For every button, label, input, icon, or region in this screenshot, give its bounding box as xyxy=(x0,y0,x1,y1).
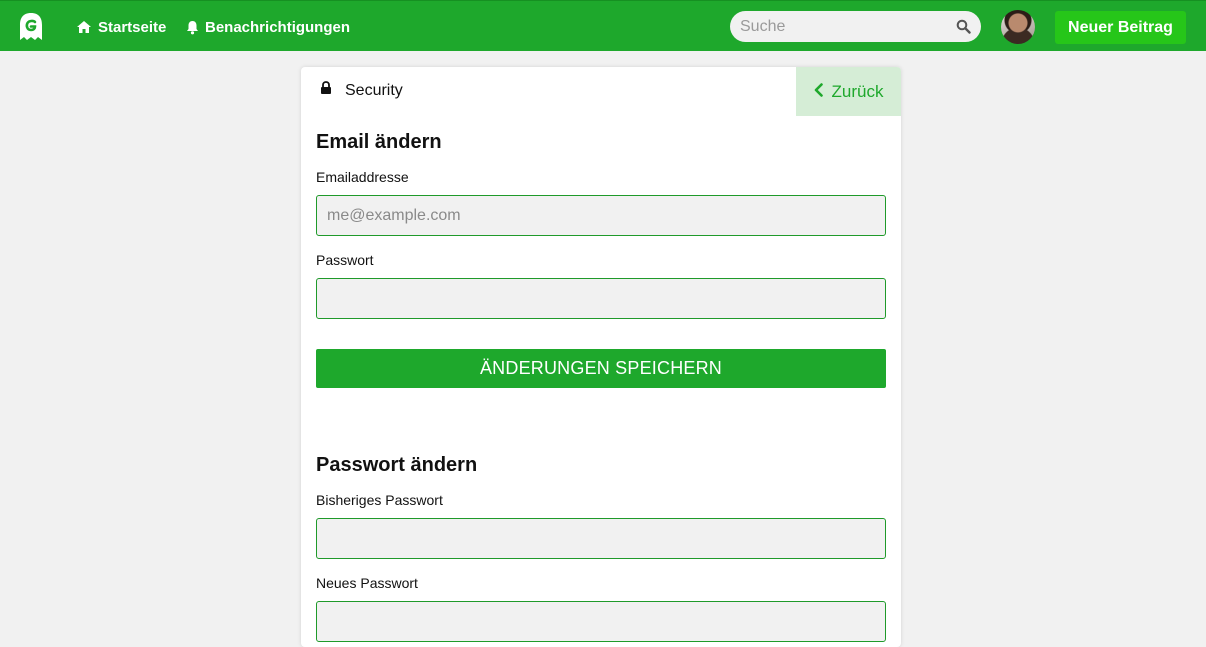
nav-notifications-label: Benachrichtigungen xyxy=(205,18,351,36)
new-password-field[interactable] xyxy=(316,601,886,642)
email-field[interactable] xyxy=(316,195,886,236)
lock-icon xyxy=(320,81,332,100)
section-title: Security xyxy=(320,81,403,100)
back-label: Zurück xyxy=(831,81,884,101)
email-label: Emailaddresse xyxy=(316,169,409,185)
save-changes-button[interactable]: ÄNDERUNGEN SPEICHERN xyxy=(316,349,886,388)
bell-icon xyxy=(186,20,199,35)
new-password-label: Neues Passwort xyxy=(316,575,418,591)
home-icon xyxy=(76,20,92,34)
search-icon[interactable] xyxy=(956,19,971,39)
new-post-button[interactable]: Neuer Beitrag xyxy=(1055,11,1186,44)
card-header: Security Zurück xyxy=(301,67,901,116)
nav-notifications-link[interactable]: Benachrichtigungen xyxy=(186,17,350,37)
section-title-label: Security xyxy=(345,81,403,99)
back-button[interactable]: Zurück xyxy=(796,67,901,116)
ghost-logo-icon[interactable] xyxy=(18,12,44,42)
top-navbar: Startseite Benachrichtigungen Neuer Beit… xyxy=(0,0,1206,51)
security-card: Security Zurück Email ändern Emailaddres… xyxy=(301,67,901,647)
email-section-heading: Email ändern xyxy=(316,131,442,153)
nav-home-link[interactable]: Startseite xyxy=(76,17,166,37)
password-section-heading: Passwort ändern xyxy=(316,454,478,476)
search-input[interactable] xyxy=(730,11,950,42)
search-box xyxy=(730,11,981,42)
nav-home-label: Startseite xyxy=(98,18,167,36)
password-label: Passwort xyxy=(316,252,374,268)
current-password-label: Bisheriges Passwort xyxy=(316,492,443,508)
chevron-left-icon xyxy=(814,82,823,102)
current-password-field[interactable] xyxy=(316,518,886,559)
avatar[interactable] xyxy=(1001,10,1035,44)
password-field[interactable] xyxy=(316,278,886,319)
